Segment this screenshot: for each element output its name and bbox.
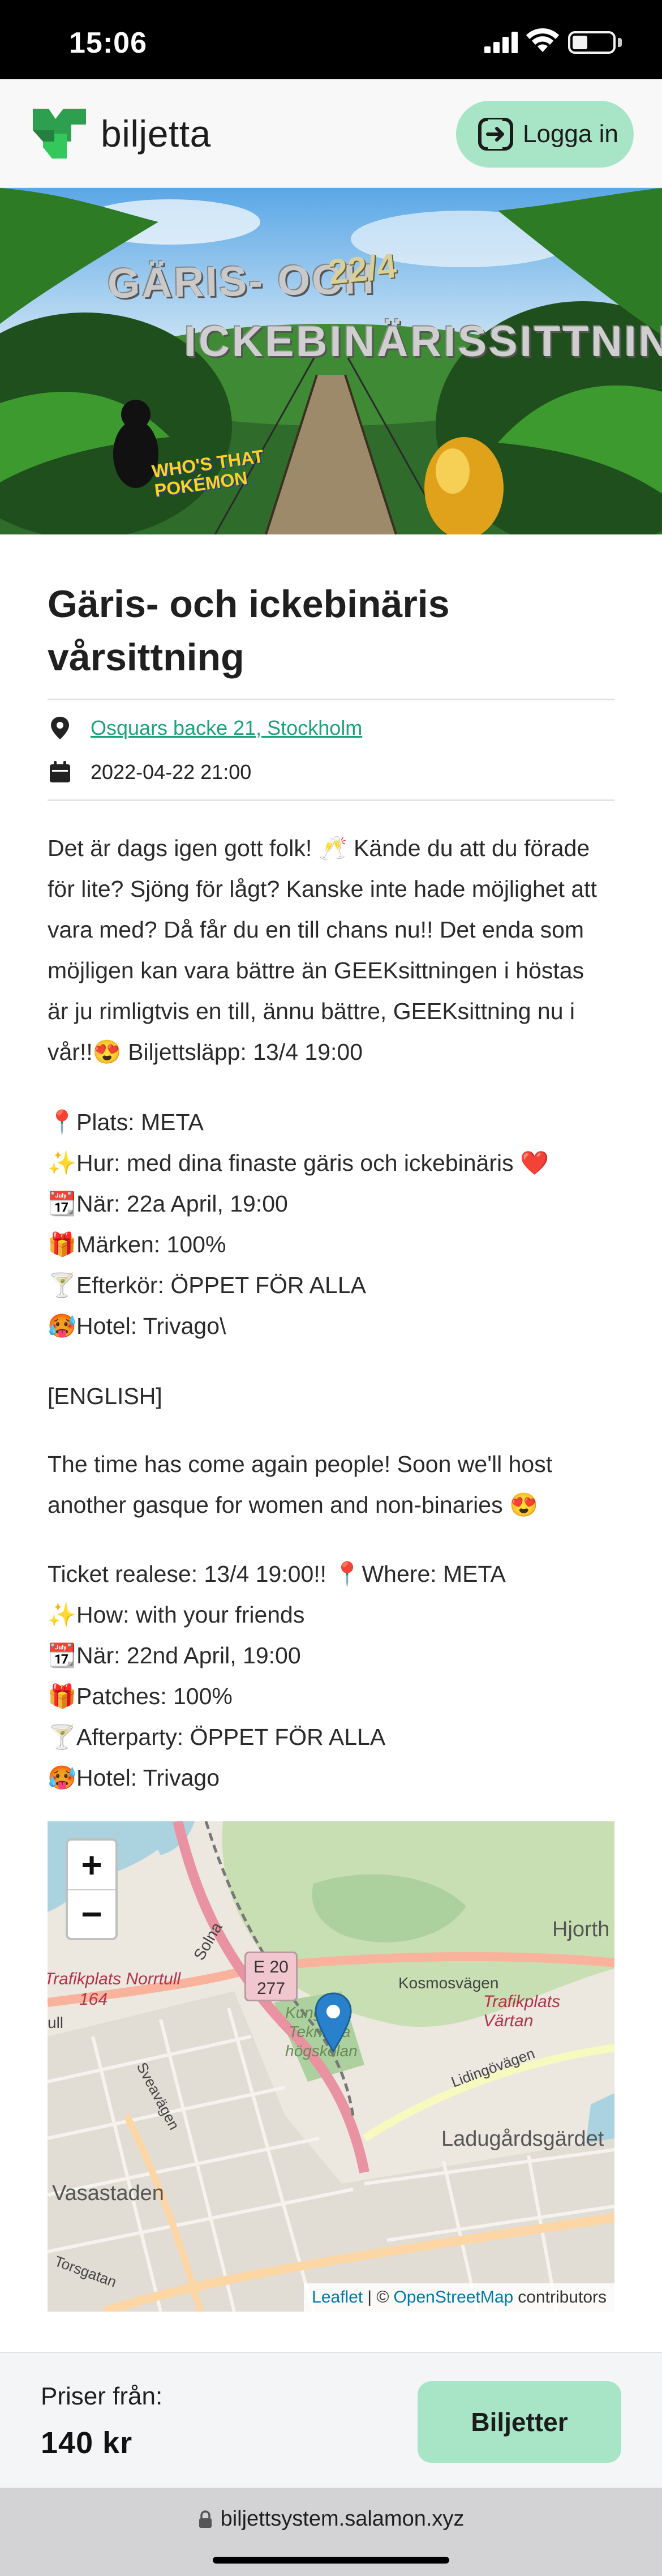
map-attribution: Leaflet | © OpenStreetMap contributors — [304, 2283, 614, 2312]
map-label: Kosmosvägen — [398, 1974, 499, 1992]
map-label: Ladugårdsgärdet — [441, 2127, 604, 2151]
banner-date: 22/4 — [326, 246, 398, 293]
event-location-row: Osquars backe 21, Stockholm — [48, 711, 362, 745]
detail-line: 🍸Afterparty: ÖPPET FÖR ALLA — [48, 1724, 386, 1750]
tickets-button[interactable]: Biljetter — [418, 2381, 621, 2463]
detail-line: 📍Plats: META — [48, 1109, 204, 1135]
event-datetime-row: 2022-04-22 21:00 — [48, 755, 251, 789]
map-label: Trafikplats Norrtull — [48, 1970, 181, 1988]
map-zoom-control: + − — [66, 1838, 118, 1940]
price-value: 140 kr — [41, 2426, 133, 2460]
login-icon — [478, 118, 513, 151]
detail-line: 📆När: 22a April, 19:00 — [48, 1191, 288, 1217]
zoom-out-button[interactable]: − — [68, 1889, 115, 1938]
login-button[interactable]: Logga in — [456, 101, 634, 168]
browser-url-bar[interactable]: biljettsystem.salamon.xyz — [0, 2488, 662, 2576]
detail-line: ✨How: with your friends — [48, 1602, 305, 1628]
detail-line: 🍸Efterkör: ÖPPET FÖR ALLA — [48, 1272, 366, 1298]
leaflet-link[interactable]: Leaflet — [312, 2288, 363, 2307]
battery-cap — [618, 38, 622, 47]
details-swedish: 📍Plats: META ✨Hur: med dina finaste gäri… — [48, 1102, 614, 1346]
detail-line: ✨Hur: med dina finaste gäris och ickebin… — [48, 1150, 549, 1176]
route-shield: E 20 277 — [244, 1952, 298, 2001]
divider — [48, 799, 614, 801]
location-pin-icon — [51, 717, 69, 739]
description-line: för lite? Sjöng för lågt? Kanske inte ha… — [48, 876, 597, 902]
detail-line: 📆När: 22nd April, 19:00 — [48, 1642, 301, 1668]
map-label: Hjorth — [552, 1918, 610, 1941]
map-tiles[interactable] — [48, 1821, 614, 2312]
banner-title-line2: ICKEBINÄRISSITTNING — [184, 318, 662, 366]
divider — [48, 699, 614, 700]
english-header: [ENGLISH] — [48, 1383, 162, 1409]
logo-text[interactable]: biljetta — [101, 112, 211, 155]
detail-line: 🥵Hotel: Trivago\ — [48, 1313, 226, 1339]
home-indicator[interactable] — [213, 2557, 449, 2564]
detail-line: 🎁Märken: 100% — [48, 1231, 226, 1257]
url-container[interactable]: biljettsystem.salamon.xyz — [0, 2507, 662, 2531]
biljetta-logo-icon[interactable] — [32, 108, 87, 160]
event-banner-image: GÄRIS- OCH 22/4 ICKEBINÄRISSITTNING WHO'… — [0, 188, 662, 534]
detail-line: Ticket realese: 13/4 19:00!! 📍Where: MET… — [48, 1561, 506, 1587]
lock-icon — [199, 2510, 212, 2528]
event-location-link[interactable]: Osquars backe 21, Stockholm — [91, 716, 362, 740]
wifi-icon — [526, 28, 559, 52]
description-line: Det är dags igen gott folk! 🥂 Kände du a… — [48, 835, 590, 861]
description-line: vara med? Då får du en till chans nu!! D… — [48, 917, 584, 943]
status-bar: 15:06 — [0, 0, 662, 79]
event-title: Gäris- och ickebinäris vårsittning — [48, 583, 450, 679]
route-277: 277 — [256, 1979, 286, 1998]
map-label: Trafikplats Värtan — [483, 1992, 561, 2030]
map-marker-icon[interactable] — [313, 1991, 353, 2053]
english-intro-line: another gasque for women and non-binarie… — [48, 1492, 539, 1518]
detail-line: 🎁Patches: 100% — [48, 1683, 233, 1709]
description-line: är ju rimligtvis en till, ännu bättre, G… — [48, 998, 575, 1024]
login-label: Logga in — [523, 120, 618, 148]
map-label: Vasastaden — [52, 2181, 164, 2205]
location-map[interactable]: + − Hjorth Trafikplats Norrtull 164 ull … — [48, 1821, 614, 2312]
description-line: möjligen kan vara bättre än GEEKsittning… — [48, 957, 584, 983]
battery-icon — [568, 31, 616, 54]
details-english: Ticket realese: 13/4 19:00!! 📍Where: MET… — [48, 1554, 614, 1798]
attribution-contributors: contributors — [518, 2288, 607, 2307]
zoom-in-button[interactable]: + — [68, 1841, 115, 1889]
attribution-separator: | © — [367, 2288, 389, 2307]
detail-line: 🥵Hotel: Trivago — [48, 1765, 220, 1791]
route-e20: E 20 — [253, 1958, 289, 1976]
signal-icon — [484, 32, 519, 53]
price-footer: Priser från: 140 kr Biljetter — [0, 2352, 662, 2488]
map-label: ull — [48, 2014, 64, 2031]
calendar-icon — [50, 761, 70, 782]
status-time: 15:06 — [69, 27, 147, 59]
description-line: vår!!😍 Biljettsläpp: 13/4 19:00 — [48, 1039, 363, 1065]
event-datetime: 2022-04-22 21:00 — [91, 760, 252, 784]
openstreetmap-link[interactable]: OpenStreetMap — [393, 2288, 513, 2307]
site-header: biljetta Logga in — [0, 79, 662, 188]
description-intro: Det är dags igen gott folk! 🥂 Kände du a… — [48, 828, 614, 1072]
map-label: 164 — [79, 1990, 108, 2009]
english-intro: The time has come again people! Soon we'… — [48, 1444, 614, 1525]
english-intro-line: The time has come again people! Soon we'… — [48, 1451, 553, 1477]
url-text[interactable]: biljettsystem.salamon.xyz — [221, 2507, 465, 2531]
price-label: Priser från: — [41, 2382, 163, 2410]
